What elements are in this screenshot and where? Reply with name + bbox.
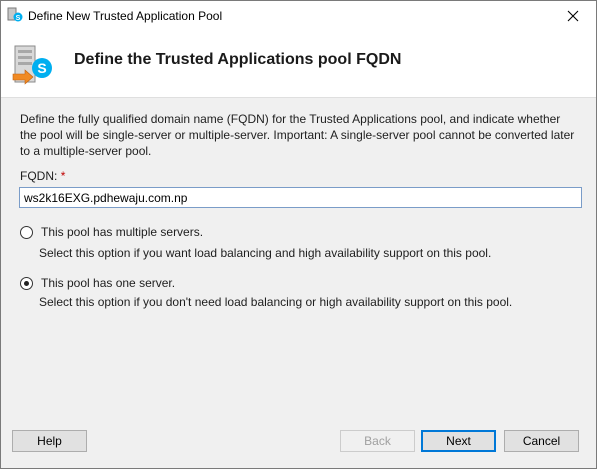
next-button[interactable]: Next bbox=[421, 430, 496, 452]
close-icon bbox=[567, 10, 579, 21]
fqdn-input[interactable] bbox=[19, 187, 582, 208]
radio-one-server[interactable]: This pool has one server. bbox=[20, 276, 175, 290]
required-marker: * bbox=[60, 169, 66, 183]
radio-button-single[interactable] bbox=[20, 276, 33, 290]
dialog-window: S Define New Trusted Application Pool S … bbox=[0, 0, 597, 469]
fqdn-label: FQDN: * bbox=[20, 169, 65, 183]
back-button[interactable]: Back bbox=[340, 430, 415, 452]
svg-text:S: S bbox=[16, 15, 21, 22]
wizard-header: S Define the Trusted Applications pool F… bbox=[1, 30, 596, 98]
description-text: Define the fully qualified domain name (… bbox=[20, 112, 575, 158]
cancel-button[interactable]: Cancel bbox=[504, 430, 579, 452]
radio-description-multiple: Select this option if you want load bala… bbox=[39, 246, 492, 260]
radio-description-single: Select this option if you don't need loa… bbox=[39, 295, 513, 309]
radio-multiple-servers[interactable]: This pool has multiple servers. bbox=[20, 225, 203, 239]
fqdn-label-text: FQDN: bbox=[20, 169, 58, 183]
help-button[interactable]: Help bbox=[12, 430, 87, 452]
app-icon: S bbox=[7, 7, 23, 22]
radio-label-multiple: This pool has multiple servers. bbox=[41, 225, 204, 239]
server-skype-icon: S bbox=[12, 45, 52, 85]
radio-label-single: This pool has one server. bbox=[41, 276, 176, 290]
title-bar[interactable]: S Define New Trusted Application Pool bbox=[1, 1, 596, 30]
page-title: Define the Trusted Applications pool FQD… bbox=[74, 51, 402, 68]
radio-button-multiple[interactable] bbox=[20, 225, 33, 239]
svg-text:S: S bbox=[37, 60, 46, 76]
window-title: Define New Trusted Application Pool bbox=[28, 9, 223, 23]
close-button[interactable] bbox=[550, 1, 596, 30]
